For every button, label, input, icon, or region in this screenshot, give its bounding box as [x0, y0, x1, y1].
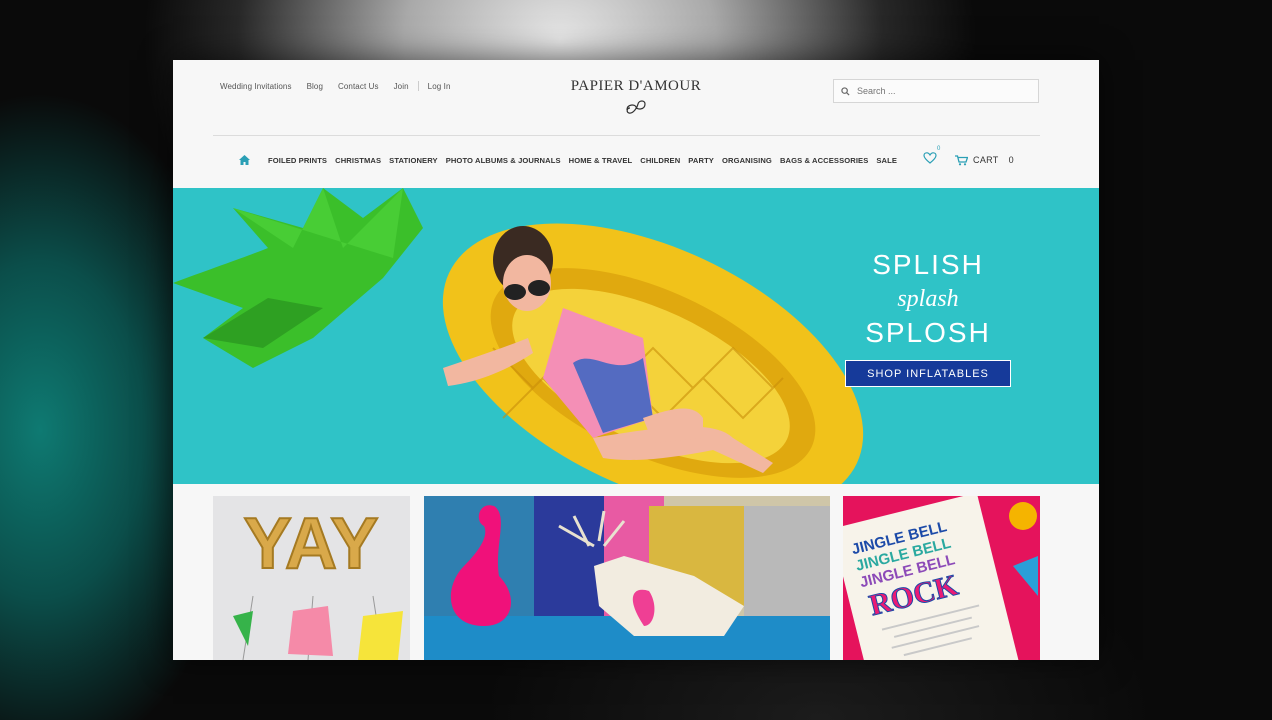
nav-stationery[interactable]: STATIONERY: [389, 156, 438, 165]
main-nav: FOILED PRINTS CHRISTMAS STATIONERY PHOTO…: [239, 146, 1014, 169]
jingle-bell-card-image: JINGLE BELL JINGLE BELL JINGLE BELL ROCK: [843, 496, 1040, 660]
shop-inflatables-button[interactable]: SHOP INFLATABLES: [845, 360, 1011, 387]
website-screenshot: Wedding Invitations Blog Contact Us Join…: [173, 60, 1099, 660]
cart-count: 0: [1008, 155, 1014, 165]
nav-bags-accessories[interactable]: BAGS & ACCESSORIES: [780, 156, 868, 165]
nav-organising[interactable]: ORGANISING: [722, 156, 772, 165]
hero-headline-1: SPLISH: [872, 249, 984, 280]
nav-home-travel[interactable]: HOME & TRAVEL: [569, 156, 633, 165]
logo-text: PAPIER D'AMOUR: [570, 78, 702, 94]
home-icon[interactable]: [239, 155, 250, 165]
hero-banner[interactable]: SPLISH splash SPLOSH SHOP INFLATABLES: [173, 188, 1099, 484]
search-input[interactable]: [855, 85, 1029, 97]
header-divider: [213, 135, 1040, 136]
yay-balloons-image: YAY: [213, 496, 410, 660]
wishlist-button[interactable]: 0: [923, 146, 940, 169]
promo-tile-party[interactable]: [424, 496, 830, 660]
hero-headline-3: SPLOSH: [865, 317, 991, 348]
nav-children[interactable]: CHILDREN: [640, 156, 680, 165]
cart-button[interactable]: CART 0: [955, 154, 1014, 166]
logo-flourish-icon: [626, 100, 646, 114]
search-icon: [841, 86, 850, 96]
tile1-yay-text: YAY: [244, 504, 379, 584]
promo-tile-yay[interactable]: YAY: [213, 496, 410, 660]
wishlist-count: 0: [937, 146, 941, 152]
flamingo-reindeer-image: [424, 496, 830, 660]
nav-christmas[interactable]: CHRISTMAS: [335, 156, 381, 165]
nav-foiled-prints[interactable]: FOILED PRINTS: [268, 156, 327, 165]
cart-label: CART: [973, 155, 999, 165]
nav-photo-albums[interactable]: PHOTO ALBUMS & JOURNALS: [446, 156, 561, 165]
nav-party[interactable]: PARTY: [688, 156, 714, 165]
nav-sale[interactable]: SALE: [876, 156, 897, 165]
search-box[interactable]: [833, 79, 1039, 103]
hero-headline-2: splash: [897, 286, 959, 312]
cart-icon: [955, 154, 969, 165]
heart-icon: [923, 152, 937, 164]
hero-text-block: SPLISH splash SPLOSH SHOP INFLATABLES: [845, 248, 1011, 387]
promo-tile-jingle-bell[interactable]: JINGLE BELL JINGLE BELL JINGLE BELL ROCK: [843, 496, 1040, 660]
